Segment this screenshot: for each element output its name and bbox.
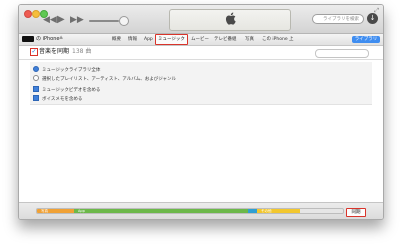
volume-slider-knob[interactable]: [119, 16, 129, 26]
play-icon[interactable]: ▶: [57, 15, 65, 25]
iphone-device-icon[interactable]: [22, 36, 34, 42]
radio-entire-library[interactable]: [33, 66, 39, 72]
storage-capacity-bar: 写真 App その他: [36, 208, 344, 214]
sync-options: ミュージックライブラリ全体 選択したプレイリスト、アーティスト、アルバム、および…: [30, 62, 372, 105]
itunes-window: ◀◀ ▶ ▶▶ ⌕ ライブラリを検索 ↓ ⤢ の iPhone ≜ 概要 情報 …: [18, 4, 384, 220]
tab-movies[interactable]: ムービー: [191, 36, 209, 43]
option-include-voice-memos[interactable]: ボイスメモを含める: [33, 95, 82, 103]
sync-header: ✓ 音楽を同期 138 曲 ⌕: [19, 46, 383, 60]
option-selected-items[interactable]: 選択したプレイリスト、アーティスト、アルバム、およびジャンル: [33, 75, 176, 83]
radio-selected-items[interactable]: [33, 75, 39, 81]
device-name[interactable]: の iPhone: [36, 36, 59, 43]
tab-photos[interactable]: 写真: [245, 36, 254, 43]
tab-info[interactable]: 情報: [128, 36, 137, 43]
tab-apps[interactable]: App: [144, 36, 153, 43]
option-selected-items-label: 選択したプレイリスト、アーティスト、アルバム、およびジャンル: [42, 77, 177, 82]
volume-slider[interactable]: [89, 20, 119, 22]
checkbox-music-videos[interactable]: [33, 86, 39, 92]
rewind-icon[interactable]: ◀◀: [43, 15, 57, 25]
tab-on-this-iphone[interactable]: この iPhone 上: [262, 36, 294, 43]
sync-button[interactable]: 同期: [346, 208, 366, 217]
capacity-bar-area: 写真 App その他 同期: [19, 202, 383, 219]
library-button[interactable]: ライブラリ: [352, 36, 380, 43]
music-sync-panel: ✓ 音楽を同期 138 曲 ⌕ ミュージックライブラリ全体 選択したプレイリスト…: [19, 46, 383, 202]
sync-music-checkbox[interactable]: ✓: [30, 48, 38, 56]
option-include-music-videos[interactable]: ミュージックビデオを含める: [33, 86, 100, 94]
toolbar: ◀◀ ▶ ▶▶ ⌕ ライブラリを検索 ↓ ⤢: [19, 5, 383, 34]
checkbox-voice-memos[interactable]: [33, 95, 39, 101]
fullscreen-icon[interactable]: ⤢: [374, 7, 379, 15]
capacity-segment: その他: [257, 209, 300, 213]
close-window-button[interactable]: [24, 10, 32, 18]
tab-tv-shows[interactable]: テレビ番組: [214, 36, 237, 43]
minimize-window-button[interactable]: [32, 10, 40, 18]
option-entire-library[interactable]: ミュージックライブラリ全体: [33, 66, 100, 74]
eject-icon[interactable]: ≜: [59, 36, 63, 43]
apple-logo-svg: [225, 12, 236, 25]
sync-music-label[interactable]: 音楽を同期: [39, 48, 69, 56]
device-tab-bar: の iPhone ≜ 概要 情報 App ミュージック ムービー テレビ番組 写…: [19, 34, 383, 46]
capacity-segment: [248, 209, 257, 213]
tab-summary[interactable]: 概要: [112, 36, 121, 43]
status-display: [169, 9, 291, 31]
option-entire-library-label: ミュージックライブラリ全体: [42, 68, 101, 73]
capacity-segment: App: [74, 209, 248, 213]
library-search-input[interactable]: ライブラリを検索: [312, 14, 364, 24]
apple-logo-icon: [170, 12, 290, 30]
capacity-segment: 写真: [37, 209, 74, 213]
fast-forward-icon[interactable]: ▶▶: [70, 15, 84, 25]
option-voice-memos-label: ボイスメモを含める: [42, 97, 83, 102]
tab-music[interactable]: ミュージック: [155, 34, 188, 45]
option-music-videos-label: ミュージックビデオを含める: [42, 88, 101, 93]
music-search-input[interactable]: [315, 49, 369, 58]
song-count: 138 曲: [72, 48, 92, 55]
